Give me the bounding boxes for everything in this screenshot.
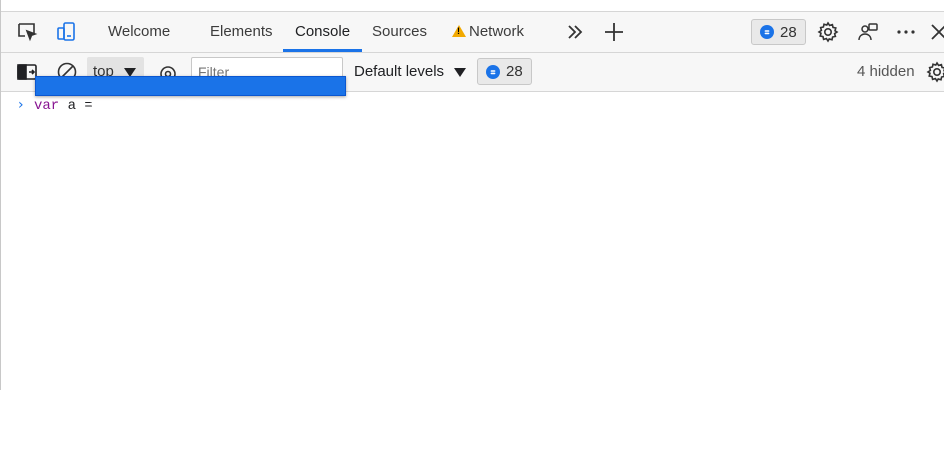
feedback-icon[interactable]	[856, 20, 880, 44]
prompt-chevron-icon: ›	[18, 97, 24, 113]
close-icon[interactable]	[927, 20, 944, 44]
log-levels-dropdown[interactable]: Default levels	[354, 53, 467, 91]
issues-count-toolbar: 28	[506, 63, 523, 80]
add-tab-icon[interactable]	[602, 20, 626, 44]
autocomplete-suggestion[interactable]: › var a = [i for i in range(10)]	[35, 76, 347, 115]
main-tab-bar: Welcome Elements Console Sources Network…	[1, 11, 944, 53]
console-output[interactable]: › var a =	[1, 92, 944, 390]
tab-welcome[interactable]: Welcome	[108, 12, 170, 52]
message-icon	[760, 25, 774, 39]
more-options-icon[interactable]	[894, 20, 918, 44]
log-levels-label: Default levels	[354, 63, 445, 80]
tab-network[interactable]: Network	[452, 12, 524, 52]
dropdown-arrow-icon	[454, 67, 467, 77]
issues-count: 28	[780, 23, 797, 41]
hidden-messages-count: 4 hidden	[857, 63, 915, 80]
tab-sources[interactable]: Sources	[372, 12, 427, 52]
warning-icon	[452, 25, 466, 37]
more-tabs-icon[interactable]	[563, 20, 587, 44]
console-settings-icon[interactable]	[925, 60, 944, 84]
inspect-icon[interactable]	[15, 20, 39, 44]
tab-network-label: Network	[469, 23, 525, 40]
suggestion-chevron: ›	[73, 99, 83, 115]
settings-icon[interactable]	[816, 20, 840, 44]
suggestion-text: var a = [i for i in range(10)]	[90, 99, 343, 115]
devtools-panel: Welcome Elements Console Sources Network…	[0, 0, 944, 390]
issues-badge-toolbar[interactable]: 28	[477, 58, 532, 85]
tab-elements[interactable]: Elements	[210, 12, 273, 52]
issues-badge[interactable]: 28	[751, 19, 806, 45]
device-emulation-icon[interactable]	[54, 20, 78, 44]
tab-console[interactable]: Console	[282, 12, 363, 52]
message-icon	[486, 64, 500, 79]
